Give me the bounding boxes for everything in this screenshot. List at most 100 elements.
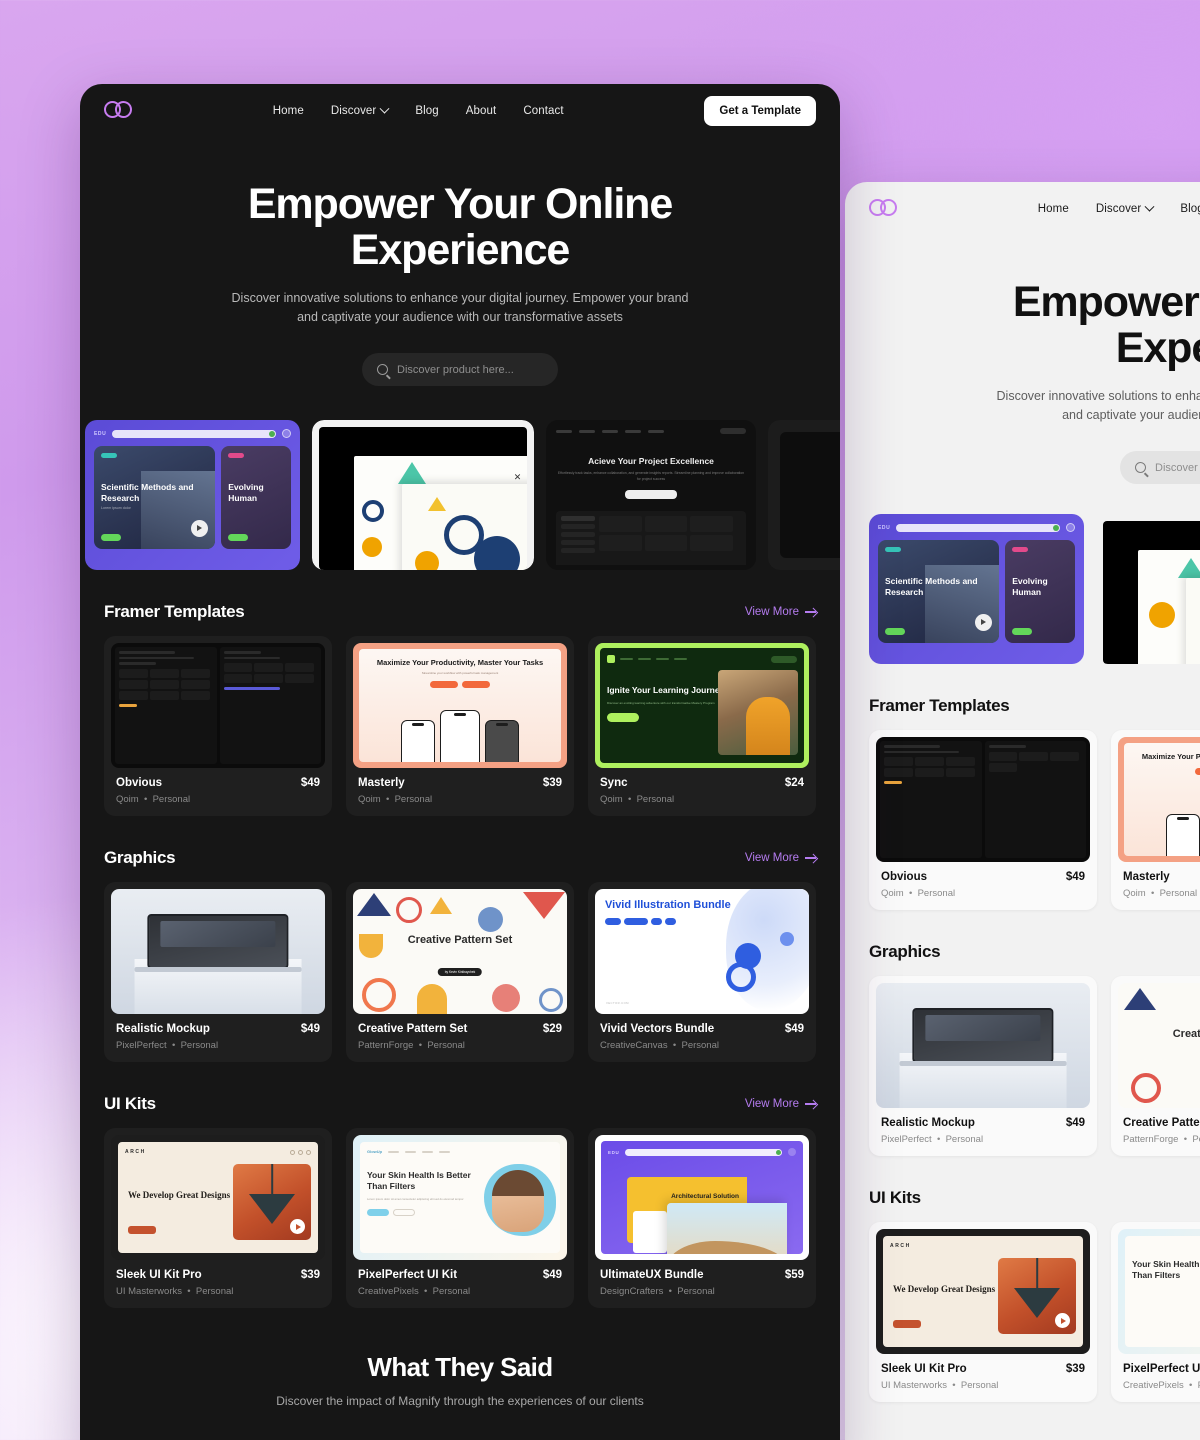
thumb-arch: ARCH We Develop Great Designs: [876, 1229, 1090, 1355]
card-title: Sleek UI Kit Pro: [116, 1269, 202, 1282]
carousel-slide-edu[interactable]: EDU Scientific Methods and Research Evol…: [869, 514, 1084, 665]
magnify-logo-icon[interactable]: [104, 100, 132, 122]
card-subtitle: DesignCrafters • Personal: [600, 1286, 715, 1298]
thumb-creative-pattern: Creative Pattern Set by Kevin Kirkbayche…: [1118, 983, 1200, 1109]
testimonials-title: What They Said: [367, 1352, 553, 1383]
card-license: Personal: [432, 1286, 471, 1298]
card-price: $49: [542, 1269, 562, 1282]
light-nav-links: Home Discover Blog About Contact: [1038, 201, 1200, 215]
card-subtitle: Qoim • Personal: [600, 794, 675, 806]
card-subtitle: CreativePixels • Personal: [358, 1286, 471, 1298]
card-author: UI Masterworks: [116, 1286, 182, 1298]
card-license: Personal: [681, 1040, 719, 1052]
nav-link-about[interactable]: About: [466, 105, 497, 117]
card-license: Personal: [636, 794, 675, 806]
magnify-logo-icon[interactable]: [869, 198, 897, 220]
thumb-masterly: Maximize Your Productivity, Master Your …: [353, 643, 567, 769]
page-title: Empower Your Online Experience: [140, 180, 780, 274]
nav-link-discover[interactable]: Discover: [331, 103, 390, 117]
dashboard-sub: Effortlessly track tasks, enhance collab…: [557, 471, 745, 481]
search-input[interactable]: Discover product here...: [362, 353, 558, 387]
nav-links: Home Discover Blog About Contact: [273, 103, 564, 117]
light-carousel[interactable]: EDU Scientific Methods and Research Evol…: [845, 514, 1200, 665]
product-card[interactable]: ARCH We Develop Great Designs Sleek UI Ki…: [869, 1222, 1097, 1403]
card-subtitle: Qoim • Personal: [1123, 888, 1198, 900]
product-card-creative-pattern[interactable]: Creative Pattern Set by Kevin Kirkbayche…: [346, 882, 574, 1063]
product-card-sleek-ui-kit[interactable]: ARCH We Develop Great Designs Sleek UI K…: [104, 1128, 332, 1309]
card-title: Obvious: [116, 777, 163, 790]
view-more-framer-templates[interactable]: View More: [745, 606, 816, 618]
card-license: Personal: [394, 794, 433, 806]
light-search-placeholder: Discover product here...: [1155, 461, 1200, 474]
card-price: $39: [542, 777, 562, 790]
nav-link-home[interactable]: Home: [273, 105, 304, 117]
nav-link-blog[interactable]: Blog: [415, 105, 438, 117]
product-card-pixelperfect-ui-kit[interactable]: GlowUp Your Skin Health Is Better Than F…: [346, 1128, 574, 1309]
section-title-framer-templates: Framer Templates: [104, 602, 245, 622]
thumb-brand: ARCH: [125, 1149, 146, 1156]
light-search-input[interactable]: Discover product here...: [1120, 451, 1200, 485]
edu-avatar: [282, 429, 291, 439]
card-author: DesignCrafters: [600, 1286, 664, 1298]
card-title: PixelPerfect UI Kit: [358, 1269, 458, 1282]
carousel-slide-geometric[interactable]: + + + + + ✕: [312, 420, 534, 571]
product-card-sync[interactable]: Ignite Your Learning Journey Discover an…: [588, 636, 816, 817]
thumb-sync: Ignite Your Learning Journey Discover an…: [595, 643, 809, 769]
search-placeholder: Discover product here...: [397, 363, 514, 376]
product-card[interactable]: Your Skin Health Is Better Than Filters …: [1111, 1222, 1200, 1403]
product-card[interactable]: Creative Pattern Set by Kevin Kirkbayche…: [1111, 976, 1200, 1157]
thumb-ultimateux: EDU Architectural Solution: [595, 1135, 809, 1261]
carousel-slide-partial[interactable]: [768, 420, 840, 571]
card-author: CreativePixels: [358, 1286, 419, 1298]
product-card-realistic-mockup[interactable]: Realistic Mockup $49 PixelPerfect • Pers…: [104, 882, 332, 1063]
carousel-slide-dashboard[interactable]: Acieve Your Project Excellence Effortles…: [546, 420, 756, 571]
light-navbar: Home Discover Blog About Contact Get a T…: [845, 182, 1200, 236]
card-subtitle: Qoim • Personal: [358, 794, 433, 806]
nav-link-discover[interactable]: Discover: [1096, 201, 1155, 215]
card-price: $59: [784, 1269, 804, 1282]
card-price: $49: [784, 1023, 804, 1036]
edu-course-title: Scientific Methods and Research: [101, 482, 194, 503]
dark-theme-page: Home Discover Blog About Contact Get a T…: [80, 84, 840, 1440]
arrow-right-icon: [805, 611, 816, 613]
hero-title-line2: Experience: [350, 225, 571, 274]
thumb-masterly: Maximize Your Productivity, Master Your …: [1118, 737, 1200, 863]
thumb-skincare: GlowUp Your Skin Health Is Better Than F…: [353, 1135, 567, 1261]
product-card[interactable]: Realistic Mockup $49 PixelPerfect • Perso…: [869, 976, 1097, 1157]
arrow-right-icon: [805, 857, 816, 859]
product-card-vivid-vectors[interactable]: Vivid Illustration Bundle VECTOR.COM Viv…: [588, 882, 816, 1063]
get-template-button[interactable]: Get a Template: [704, 96, 816, 126]
product-card-ultimateux-bundle[interactable]: EDU Architectural Solution UltimateUX Bu…: [588, 1128, 816, 1309]
hero-title-line1: Empower Your Online: [247, 180, 673, 228]
card-title: Sync: [600, 777, 628, 790]
nav-link-blog[interactable]: Blog: [1180, 203, 1200, 215]
edu-avatar: [1066, 523, 1075, 533]
nav-link-contact[interactable]: Contact: [523, 105, 563, 117]
product-card[interactable]: Maximize Your Productivity, Master Your …: [1111, 730, 1200, 911]
card-grid-framer-templates: Obvious $49 Qoim • Personal Maximize You…: [104, 636, 816, 817]
close-icon: ✕: [513, 471, 522, 482]
nav-link-home[interactable]: Home: [1038, 203, 1069, 215]
product-card-obvious[interactable]: Obvious $49 Qoim • Personal: [104, 636, 332, 817]
hero-subtitle: Discover innovative solutions to enhance…: [231, 291, 689, 325]
view-more-ui-kits[interactable]: View More: [745, 1098, 816, 1110]
light-hero-subtitle: Discover innovative solutions to enhance…: [996, 389, 1200, 423]
section-ui-kits: UI Kits View More ARCH We Develop Great …: [80, 1094, 840, 1309]
hero-carousel[interactable]: EDU Scientific Methods and Research Lore…: [80, 420, 840, 571]
search-icon: [1135, 462, 1146, 474]
card-author: PixelPerfect: [116, 1040, 167, 1052]
card-title: Masterly: [1123, 871, 1170, 884]
thumb-heading: We Develop Great Designs: [128, 1190, 231, 1201]
product-card[interactable]: Obvious $49 Qoim • Personal: [869, 730, 1097, 911]
card-subtitle: PixelPerfect • Personal: [116, 1040, 219, 1052]
carousel-slide-edu[interactable]: EDU Scientific Methods and Research Lore…: [85, 420, 300, 571]
section-graphics: Graphics View More Realistic Mockup $49 …: [80, 848, 840, 1063]
light-section-ui-kits: UI Kits ARCH We Develop Great Designs Sle…: [845, 1188, 1200, 1403]
edu-course-card-primary: Scientific Methods and Research Lorem ip…: [94, 446, 216, 550]
carousel-slide-geometric[interactable]: [1096, 514, 1200, 665]
view-more-graphics[interactable]: View More: [745, 852, 816, 864]
product-card-masterly[interactable]: Maximize Your Productivity, Master Your …: [346, 636, 574, 817]
card-license: Personal: [195, 1286, 234, 1298]
card-grid-ui-kits: ARCH We Develop Great Designs Sleek UI K…: [104, 1128, 816, 1309]
thumb-vivid-vectors: Vivid Illustration Bundle VECTOR.COM: [595, 889, 809, 1015]
